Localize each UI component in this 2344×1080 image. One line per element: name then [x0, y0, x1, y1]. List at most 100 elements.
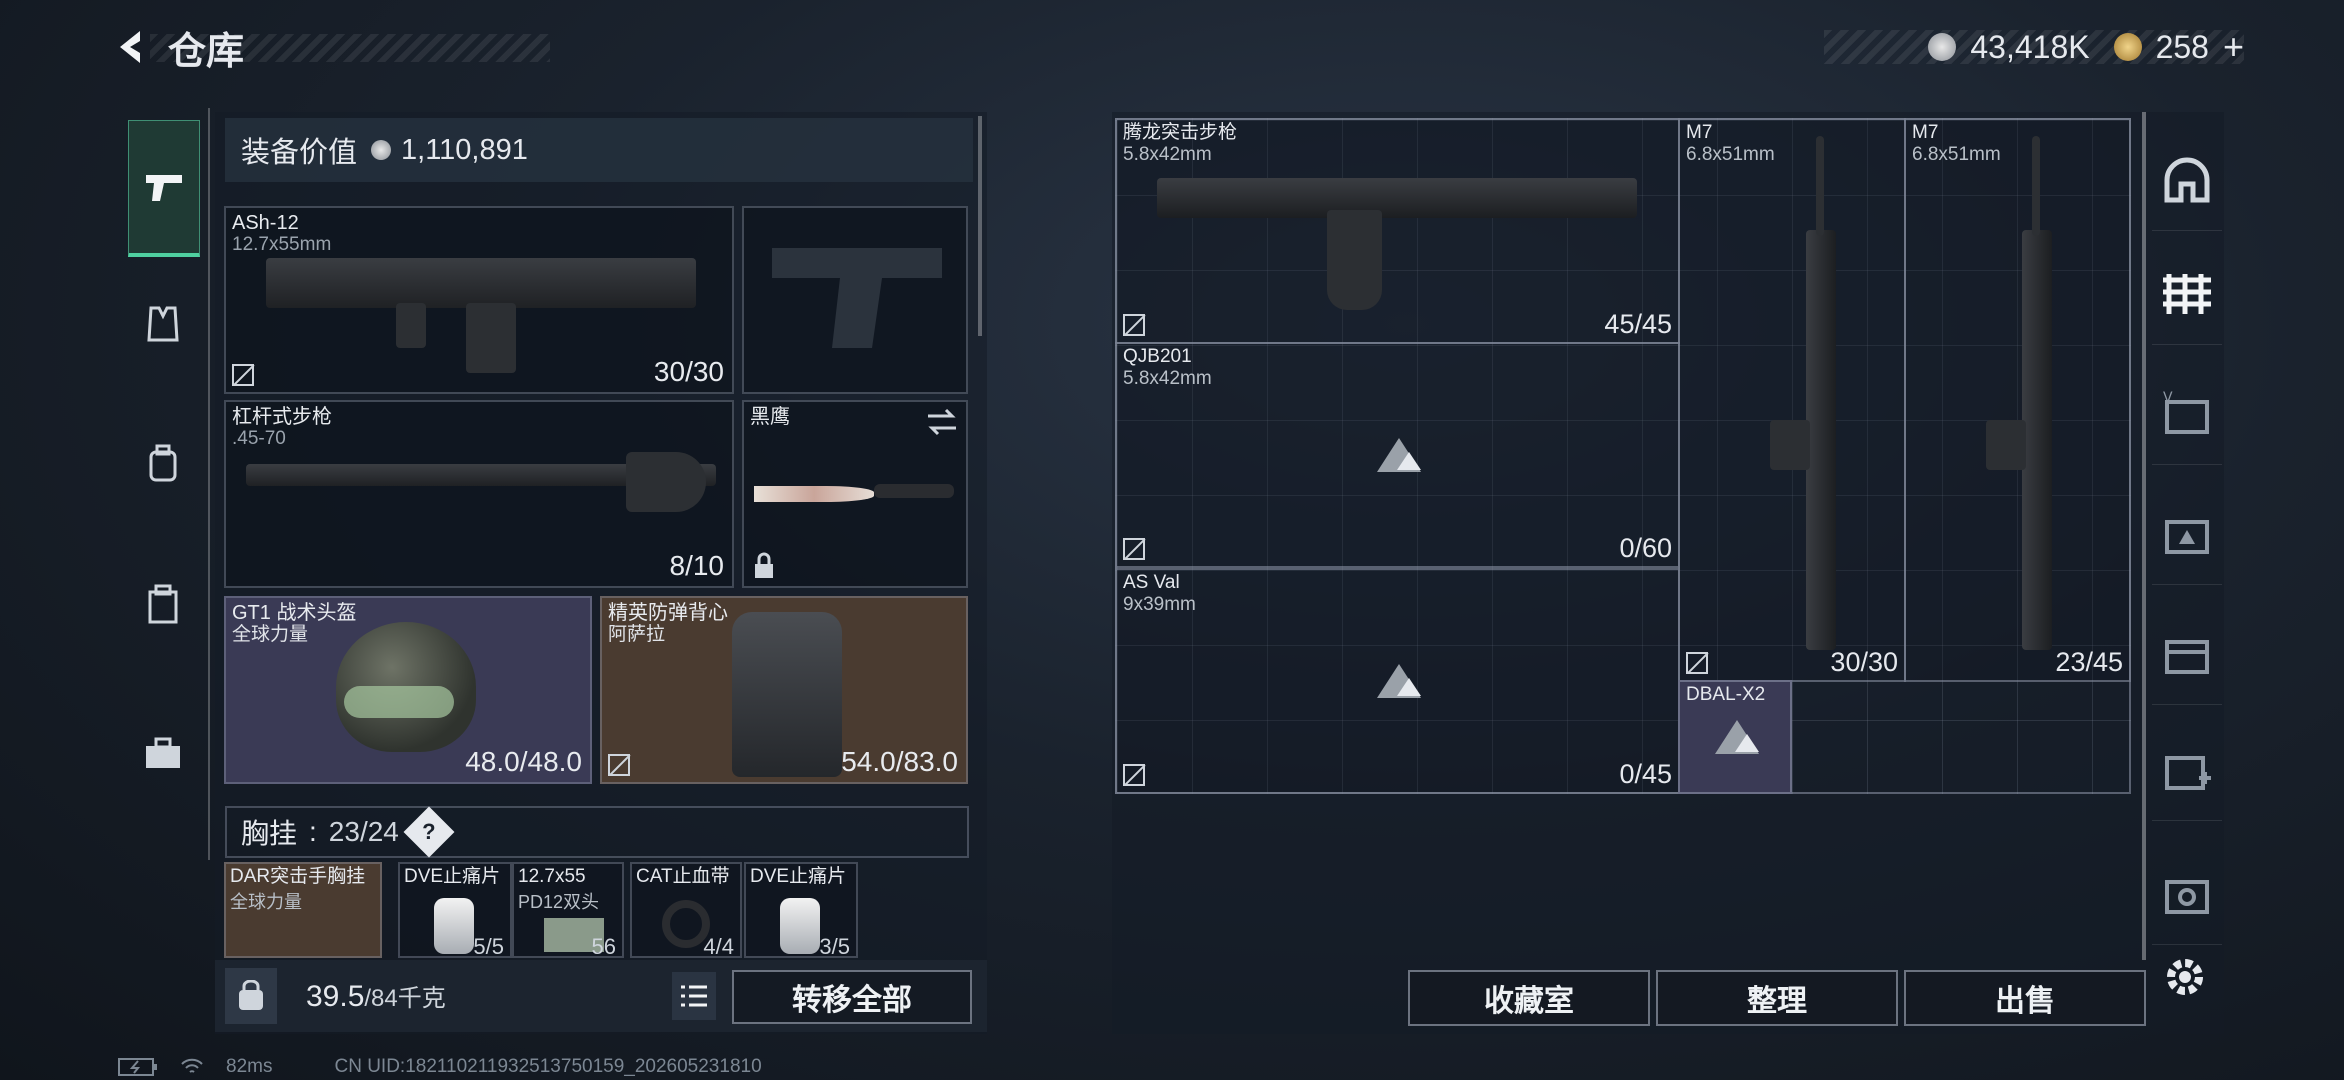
case-icon [148, 584, 178, 624]
no-sell-icon [1123, 538, 1145, 560]
storage-item[interactable]: M7 6.8x51mm 23/45 [1904, 118, 2131, 682]
item-name: QJB201 [1123, 346, 1192, 367]
collection-room-button[interactable]: 收藏室 [1408, 970, 1650, 1026]
silver-coin-icon [1928, 33, 1957, 61]
primary-weapon-caliber: 12.7x55mm [232, 234, 332, 255]
m7-barrel [2032, 136, 2040, 236]
melee-slot[interactable]: 黑鹰 [742, 400, 968, 588]
item-caliber: 5.8x42mm [1123, 144, 1212, 165]
nav-storage-iv[interactable] [2152, 604, 2222, 705]
wifi-icon [181, 1058, 203, 1073]
primary-weapon-name: ASh-12 [232, 212, 299, 234]
help-button[interactable]: ? [403, 806, 455, 858]
rig-item-name: DAR突击手胸挂 [230, 866, 366, 887]
nav-tools[interactable] [128, 688, 198, 820]
nav-weapons[interactable] [128, 120, 200, 257]
settings-button[interactable] [2162, 954, 2212, 1004]
nav-backpack[interactable] [128, 398, 198, 530]
tenglong-magazine [1327, 210, 1382, 310]
item-ammo: 0/45 [1619, 759, 1672, 789]
pistol-slot[interactable] [742, 206, 968, 394]
transfer-all-button[interactable]: 转移全部 [732, 970, 972, 1024]
rig-label: 胸挂 [241, 818, 298, 849]
nav-storage-iii[interactable] [2152, 484, 2222, 585]
armor-slot[interactable]: 精英防弹背心 阿萨拉 54.0/83.0 [600, 596, 968, 784]
status-footer: 82ms CN UID:18211021193251375015​9_20260… [118, 1056, 762, 1078]
armor-durability: 54.0/83.0 [841, 746, 958, 777]
nav-storage-v[interactable]: V [2152, 364, 2222, 465]
back-arrow-icon[interactable] [110, 25, 154, 69]
swap-icon[interactable] [926, 408, 958, 436]
equipment-value-bar: 装备价值 1,110,891 [225, 118, 973, 182]
nav-medical[interactable] [2152, 720, 2222, 821]
rig-item[interactable]: CAT止血带 4/4 [630, 862, 742, 958]
item-ammo: 30/30 [1830, 647, 1898, 677]
sell-button[interactable]: 出售 [1904, 970, 2146, 1026]
melee-name: 黑鹰 [750, 406, 790, 428]
item-ammo: 45/45 [1604, 309, 1672, 339]
pistol-icon [146, 175, 182, 201]
armor-sub: 阿萨拉 [608, 624, 666, 645]
rig-item[interactable]: DAR突击手胸挂 全球力量 [224, 862, 382, 958]
nav-case[interactable] [128, 538, 198, 670]
rig-item-name: 12.7x55 [518, 866, 586, 887]
placeholder-icon [1377, 664, 1421, 698]
rig-item[interactable]: 12.7x55 PD12双头 56 [512, 862, 624, 958]
storage-iv2-icon [2165, 880, 2209, 914]
no-sell-icon [1686, 652, 1708, 674]
secondary-weapon-name: 杠杆式步枪 [232, 406, 332, 428]
helmet-sub: 全球力量 [232, 624, 309, 645]
chest-rig-bar: 胸挂 : 23/24 ? [225, 806, 969, 858]
add-currency-button[interactable]: + [2223, 26, 2244, 68]
lock-icon [755, 552, 773, 578]
list-view-button[interactable] [672, 972, 716, 1020]
nav-storage-iv2[interactable] [2152, 844, 2222, 945]
ping-readout: 82ms [226, 1056, 273, 1077]
rig-item[interactable]: DVE止痛片 3/5 [744, 862, 858, 958]
equipment-value-label: 装备价值 [241, 137, 358, 169]
knife-handle [874, 484, 954, 498]
rig-item-count: 4/4 [703, 934, 734, 958]
toolbox-icon [146, 737, 180, 768]
storage-item[interactable]: QJB201 5.8x42mm 0/60 [1115, 342, 1680, 568]
nav-gun-rack[interactable] [2152, 244, 2222, 345]
item-caliber: 9x39mm [1123, 594, 1196, 615]
item-name: M7 [1912, 122, 1939, 143]
nav-armor[interactable] [128, 258, 198, 390]
title-bar: 仓库 [110, 22, 245, 73]
placeholder-icon [1715, 720, 1759, 754]
ash12-grip [396, 303, 426, 348]
equipment-value: 1,110,891 [401, 133, 528, 166]
helmet-slot[interactable]: GT1 战术头盔 全球力量 48.0/48.0 [224, 596, 592, 784]
currency-primary: 43,418K [1970, 28, 2090, 65]
rig-colon: : [309, 816, 317, 847]
gear-icon [2167, 959, 2203, 995]
page-title: 仓库 [168, 30, 245, 73]
rig-item[interactable]: DVE止痛片 5/5 [398, 862, 512, 958]
helmet-durability: 48.0/48.0 [465, 746, 582, 777]
storage-item[interactable]: 腾龙突击步枪 5.8x42mm 45/45 [1115, 118, 1680, 344]
storage-item[interactable]: AS Val 9x39mm 0/45 [1115, 568, 1680, 794]
rig-capacity: 23/24 [328, 816, 399, 847]
nav-safe[interactable] [2152, 130, 2222, 231]
scrollbar[interactable] [978, 116, 982, 336]
right-nav-scrollbar[interactable] [2142, 112, 2146, 960]
rig-item-count: 56 [591, 934, 616, 958]
pistol-placeholder-icon [772, 248, 942, 348]
item-name: DBAL-X2 [1686, 684, 1766, 705]
secondary-weapon-slot[interactable]: 杠杆式步枪 .45-70 8/10 [224, 400, 734, 588]
tenglong-rifle-image [1157, 178, 1637, 218]
storage-item[interactable]: M7 6.8x51mm 30/30 [1678, 118, 1906, 682]
item-ammo: 0/60 [1619, 533, 1672, 563]
rig-item-name: DVE止痛片 [404, 866, 501, 887]
weight-readout: 39.5/84千克 [306, 978, 446, 1014]
item-name: M7 [1686, 122, 1713, 143]
weight-icon [225, 968, 277, 1024]
primary-weapon-slot[interactable]: ASh-12 12.7x55mm 30/30 [224, 206, 734, 394]
no-sell-icon [608, 754, 630, 776]
sort-button[interactable]: 整理 [1656, 970, 1898, 1026]
primary-weapon-ammo: 30/30 [653, 356, 724, 387]
storage-item[interactable]: DBAL-X2 [1678, 680, 1792, 794]
svg-text:V: V [2163, 390, 2173, 406]
silver-coin-icon [371, 140, 392, 160]
